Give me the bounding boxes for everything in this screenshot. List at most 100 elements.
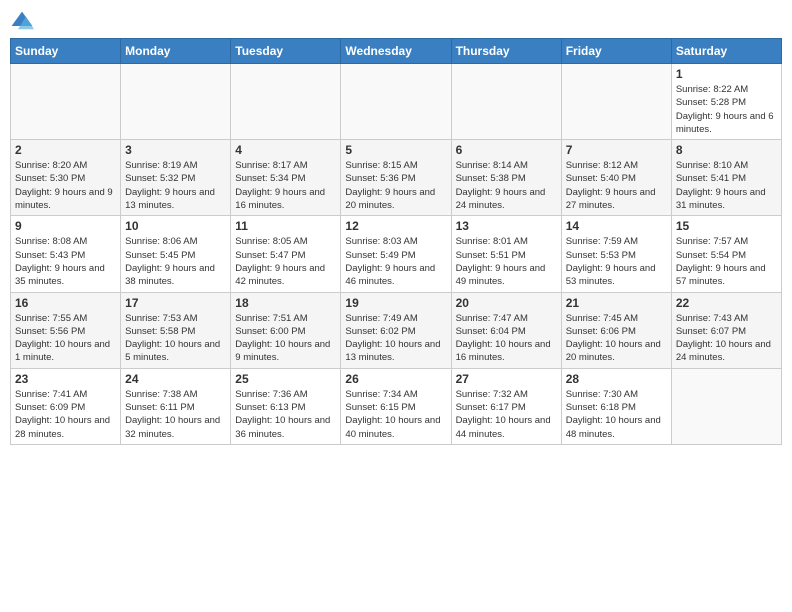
day-info: Sunrise: 8:06 AM Sunset: 5:45 PM Dayligh… [125, 235, 226, 288]
day-cell: 2 Sunrise: 8:20 AM Sunset: 5:30 PM Daylig… [11, 140, 121, 216]
day-number: 21 [566, 296, 667, 310]
day-info: Sunrise: 7:30 AM Sunset: 6:18 PM Dayligh… [566, 388, 667, 441]
day-cell: 17 Sunrise: 7:53 AM Sunset: 5:58 PM Dayli… [121, 292, 231, 368]
day-cell: 23Sunrise: 7:41 AM Sunset: 6:09 PM Dayli… [11, 368, 121, 444]
day-cell: 25 Sunrise: 7:36 AM Sunset: 6:13 PM Dayli… [231, 368, 341, 444]
column-header-friday: Friday [561, 39, 671, 64]
column-header-sunday: Sunday [11, 39, 121, 64]
week-row-5: 23Sunrise: 7:41 AM Sunset: 6:09 PM Dayli… [11, 368, 782, 444]
day-cell [121, 64, 231, 140]
day-cell: 11 Sunrise: 8:05 AM Sunset: 5:47 PM Dayli… [231, 216, 341, 292]
column-header-wednesday: Wednesday [341, 39, 451, 64]
day-cell: 3 Sunrise: 8:19 AM Sunset: 5:32 PM Daylig… [121, 140, 231, 216]
day-cell: 22 Sunrise: 7:43 AM Sunset: 6:07 PM Dayli… [671, 292, 781, 368]
day-info: Sunrise: 8:05 AM Sunset: 5:47 PM Dayligh… [235, 235, 336, 288]
day-number: 22 [676, 296, 777, 310]
day-info: Sunrise: 8:10 AM Sunset: 5:41 PM Dayligh… [676, 159, 777, 212]
day-number: 19 [345, 296, 446, 310]
day-cell: 15 Sunrise: 7:57 AM Sunset: 5:54 PM Dayli… [671, 216, 781, 292]
column-header-monday: Monday [121, 39, 231, 64]
day-number: 24 [125, 372, 226, 386]
week-row-1: 1 Sunrise: 8:22 AM Sunset: 5:28 PM Daylig… [11, 64, 782, 140]
day-number: 17 [125, 296, 226, 310]
logo [10, 10, 38, 34]
day-number: 2 [15, 143, 116, 157]
logo-icon [10, 10, 34, 34]
day-number: 26 [345, 372, 446, 386]
day-number: 6 [456, 143, 557, 157]
page-header [10, 10, 782, 34]
day-info: Sunrise: 8:01 AM Sunset: 5:51 PM Dayligh… [456, 235, 557, 288]
day-cell: 4 Sunrise: 8:17 AM Sunset: 5:34 PM Daylig… [231, 140, 341, 216]
day-number: 3 [125, 143, 226, 157]
day-info: Sunrise: 7:51 AM Sunset: 6:00 PM Dayligh… [235, 312, 336, 365]
day-info: Sunrise: 8:03 AM Sunset: 5:49 PM Dayligh… [345, 235, 446, 288]
day-cell: 13 Sunrise: 8:01 AM Sunset: 5:51 PM Dayli… [451, 216, 561, 292]
day-cell: 10 Sunrise: 8:06 AM Sunset: 5:45 PM Dayli… [121, 216, 231, 292]
day-cell: 21 Sunrise: 7:45 AM Sunset: 6:06 PM Dayli… [561, 292, 671, 368]
day-info: Sunrise: 8:19 AM Sunset: 5:32 PM Dayligh… [125, 159, 226, 212]
day-cell: 19 Sunrise: 7:49 AM Sunset: 6:02 PM Dayli… [341, 292, 451, 368]
day-info: Sunrise: 8:12 AM Sunset: 5:40 PM Dayligh… [566, 159, 667, 212]
day-info: Sunrise: 8:08 AM Sunset: 5:43 PM Dayligh… [15, 235, 116, 288]
day-cell [11, 64, 121, 140]
day-info: Sunrise: 7:53 AM Sunset: 5:58 PM Dayligh… [125, 312, 226, 365]
day-number: 25 [235, 372, 336, 386]
day-number: 18 [235, 296, 336, 310]
day-cell: 27 Sunrise: 7:32 AM Sunset: 6:17 PM Dayli… [451, 368, 561, 444]
day-number: 16 [15, 296, 116, 310]
day-cell: 12 Sunrise: 8:03 AM Sunset: 5:49 PM Dayli… [341, 216, 451, 292]
day-info: Sunrise: 7:36 AM Sunset: 6:13 PM Dayligh… [235, 388, 336, 441]
day-number: 14 [566, 219, 667, 233]
day-cell: 1 Sunrise: 8:22 AM Sunset: 5:28 PM Daylig… [671, 64, 781, 140]
day-info: Sunrise: 7:32 AM Sunset: 6:17 PM Dayligh… [456, 388, 557, 441]
day-number: 11 [235, 219, 336, 233]
day-cell: 18 Sunrise: 7:51 AM Sunset: 6:00 PM Dayli… [231, 292, 341, 368]
week-row-4: 16 Sunrise: 7:55 AM Sunset: 5:56 PM Dayli… [11, 292, 782, 368]
day-info: Sunrise: 7:38 AM Sunset: 6:11 PM Dayligh… [125, 388, 226, 441]
day-cell [561, 64, 671, 140]
day-info: Sunrise: 8:20 AM Sunset: 5:30 PM Dayligh… [15, 159, 116, 212]
day-cell [451, 64, 561, 140]
day-cell: 6 Sunrise: 8:14 AM Sunset: 5:38 PM Daylig… [451, 140, 561, 216]
calendar-table: SundayMondayTuesdayWednesdayThursdayFrid… [10, 38, 782, 445]
day-cell [671, 368, 781, 444]
day-number: 10 [125, 219, 226, 233]
day-number: 1 [676, 67, 777, 81]
day-number: 15 [676, 219, 777, 233]
day-info: Sunrise: 8:15 AM Sunset: 5:36 PM Dayligh… [345, 159, 446, 212]
day-number: 7 [566, 143, 667, 157]
day-info: Sunrise: 7:49 AM Sunset: 6:02 PM Dayligh… [345, 312, 446, 365]
day-cell: 20Sunrise: 7:47 AM Sunset: 6:04 PM Dayli… [451, 292, 561, 368]
day-cell: 14 Sunrise: 7:59 AM Sunset: 5:53 PM Dayli… [561, 216, 671, 292]
day-cell: 8Sunrise: 8:10 AM Sunset: 5:41 PM Daylig… [671, 140, 781, 216]
day-number: 12 [345, 219, 446, 233]
day-info: Sunrise: 7:47 AM Sunset: 6:04 PM Dayligh… [456, 312, 557, 365]
day-cell: 7 Sunrise: 8:12 AM Sunset: 5:40 PM Daylig… [561, 140, 671, 216]
day-info: Sunrise: 7:43 AM Sunset: 6:07 PM Dayligh… [676, 312, 777, 365]
column-header-tuesday: Tuesday [231, 39, 341, 64]
day-cell: 28 Sunrise: 7:30 AM Sunset: 6:18 PM Dayli… [561, 368, 671, 444]
day-number: 13 [456, 219, 557, 233]
day-cell: 5Sunrise: 8:15 AM Sunset: 5:36 PM Daylig… [341, 140, 451, 216]
day-info: Sunrise: 8:14 AM Sunset: 5:38 PM Dayligh… [456, 159, 557, 212]
day-number: 27 [456, 372, 557, 386]
day-info: Sunrise: 7:55 AM Sunset: 5:56 PM Dayligh… [15, 312, 116, 365]
day-number: 9 [15, 219, 116, 233]
day-info: Sunrise: 8:17 AM Sunset: 5:34 PM Dayligh… [235, 159, 336, 212]
day-cell: 24 Sunrise: 7:38 AM Sunset: 6:11 PM Dayli… [121, 368, 231, 444]
day-number: 23 [15, 372, 116, 386]
day-cell: 26 Sunrise: 7:34 AM Sunset: 6:15 PM Dayli… [341, 368, 451, 444]
day-info: Sunrise: 7:57 AM Sunset: 5:54 PM Dayligh… [676, 235, 777, 288]
week-row-3: 9 Sunrise: 8:08 AM Sunset: 5:43 PM Daylig… [11, 216, 782, 292]
day-number: 4 [235, 143, 336, 157]
calendar-header-row: SundayMondayTuesdayWednesdayThursdayFrid… [11, 39, 782, 64]
day-info: Sunrise: 7:59 AM Sunset: 5:53 PM Dayligh… [566, 235, 667, 288]
day-number: 28 [566, 372, 667, 386]
day-info: Sunrise: 7:45 AM Sunset: 6:06 PM Dayligh… [566, 312, 667, 365]
day-cell: 9 Sunrise: 8:08 AM Sunset: 5:43 PM Daylig… [11, 216, 121, 292]
day-cell [231, 64, 341, 140]
day-info: Sunrise: 7:34 AM Sunset: 6:15 PM Dayligh… [345, 388, 446, 441]
day-info: Sunrise: 8:22 AM Sunset: 5:28 PM Dayligh… [676, 83, 777, 136]
day-cell: 16 Sunrise: 7:55 AM Sunset: 5:56 PM Dayli… [11, 292, 121, 368]
